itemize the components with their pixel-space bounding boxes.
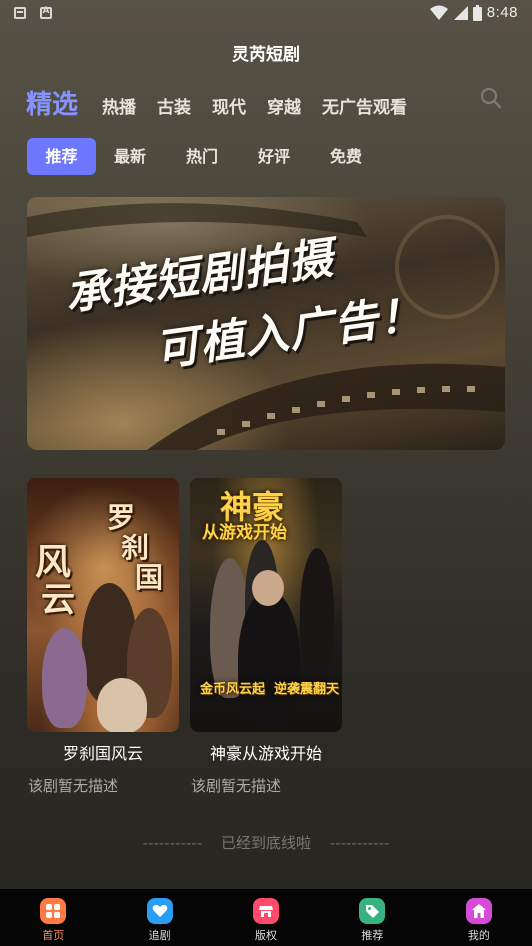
poster-text: 云 [41,580,75,620]
status-bar: 8:48 [0,0,532,28]
shop-icon [253,898,280,924]
nav-profile[interactable]: 我的 [426,889,532,946]
tab-costume[interactable]: 古装 [157,93,191,118]
wifi-icon [429,5,448,20]
drama-title[interactable]: 罗刹国风云 [27,740,179,764]
poster-text: 从游戏开始 [202,523,287,543]
divider-left: ----------- [142,834,203,852]
nav-label: 推荐 [361,929,384,942]
nav-label: 我的 [467,929,490,942]
tab-featured[interactable]: 精选 [26,84,78,121]
drama-poster[interactable]: 风 云 罗 刹 国 [27,478,179,732]
nav-label: 版权 [255,929,278,942]
signal-icon [453,5,468,20]
poster-text: 国 [135,561,164,594]
subtab-latest[interactable]: 最新 [104,138,156,175]
status-time: 8:48 [486,4,518,21]
tab-modern[interactable]: 现代 [212,93,246,118]
mail-icon [14,7,26,19]
poster-text: 金币风云起 [200,682,266,697]
end-of-list-indicator: ----------- 已经到底线啦 ----------- [0,832,532,853]
tab-time-travel[interactable]: 穿越 [267,93,301,118]
page-title: 灵芮短剧 [232,45,300,65]
subtab-free[interactable]: 免费 [320,138,372,175]
nav-recommend[interactable]: 推荐 [319,889,425,946]
heart-icon [146,898,173,924]
tag-icon [359,898,386,924]
home-grid-icon [40,898,67,924]
drama-description: 该剧暂无描述 [191,777,282,795]
nav-home[interactable]: 首页 [0,889,106,946]
nav-copyright[interactable]: 版权 [213,889,319,946]
drama-description: 该剧暂无描述 [28,777,119,795]
main-category-tabs: 精选 热播 古装 现代 穿越 无广告观看 [26,84,428,121]
poster-text: 逆袭震翻天 [274,682,340,697]
nav-following[interactable]: 追剧 [106,889,212,946]
drama-card[interactable]: 风 云 罗 刹 国 罗刹国风云 该剧暂无描述 [27,478,179,795]
promo-banner[interactable]: 承接短剧拍摄 可植入广告！ [27,197,505,450]
sub-filter-tabs: 推荐 最新 热门 好评 免费 [27,138,392,175]
battery-icon [472,4,482,21]
divider-right: ----------- [329,834,390,852]
tab-hot[interactable]: 热播 [102,93,136,118]
house-icon [465,898,492,924]
nav-label: 首页 [42,929,65,942]
subtab-top-rated[interactable]: 好评 [248,138,300,175]
search-icon[interactable] [479,86,503,110]
drama-title[interactable]: 神豪从游戏开始 [190,740,342,764]
a-icon [40,6,52,19]
drama-card[interactable]: 神豪 从游戏开始 金币风云起 逆袭震翻天 神豪从游戏开始 该剧暂无描述 [190,478,342,795]
end-of-list-text: 已经到底线啦 [220,834,311,852]
bottom-navigation: 首页 追剧 版权 推荐 我的 [0,889,532,946]
subtab-recommended[interactable]: 推荐 [27,138,96,175]
nav-label: 追剧 [148,929,171,942]
subtab-popular[interactable]: 热门 [176,138,228,175]
tab-ad-free[interactable]: 无广告观看 [322,93,407,118]
drama-poster[interactable]: 神豪 从游戏开始 金币风云起 逆袭震翻天 [190,478,342,732]
